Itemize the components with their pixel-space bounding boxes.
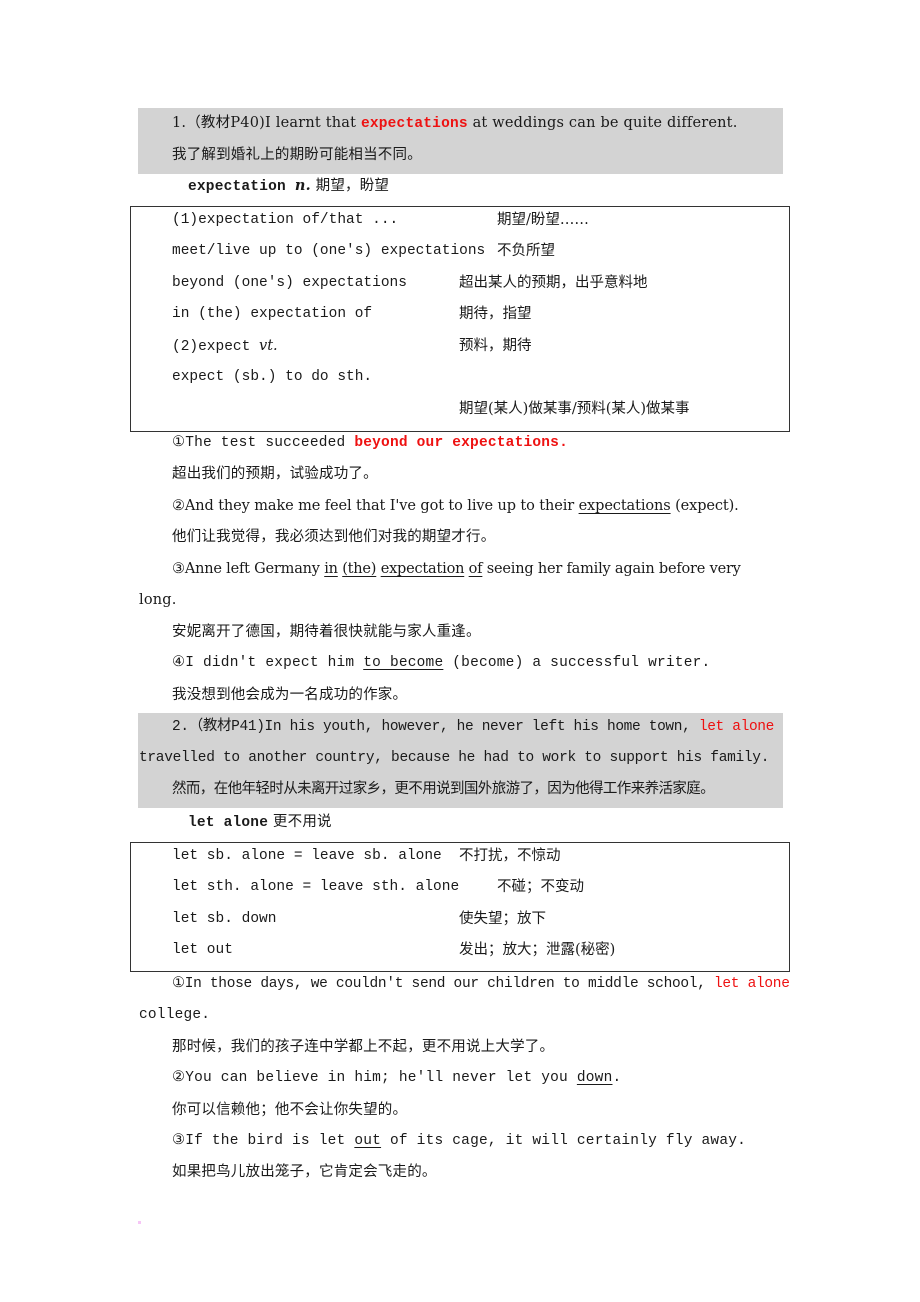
example-text: You can believe in him; he'll never let … (185, 1070, 577, 1086)
section2-heading-line2: travelled to another country, because he… (139, 750, 770, 766)
meaning: 期待，指望 (459, 306, 532, 322)
example-answer: expectation (380, 561, 465, 577)
example-answer: down (576, 1070, 613, 1086)
meaning: 期望/盼望…… (497, 212, 589, 228)
phrase: in (the) expectation of (172, 306, 373, 322)
example-text: I didn't expect him (185, 655, 364, 671)
example-text: (expect). (670, 498, 739, 514)
meaning: 不负所望 (497, 243, 555, 259)
example-answer: of (468, 561, 483, 577)
phrase: beyond (one's) expectations (172, 275, 407, 291)
example-4-translation: 我没想到他会成为一名成功的作家。 (172, 687, 408, 703)
section1-entry: expectation n. 期望，盼望 (188, 176, 389, 197)
example-text: In those days, we couldn't send our chil… (184, 976, 714, 992)
example-1-translation: 超出我们的预期，试验成功了。 (172, 466, 378, 482)
entry-pos: n. (294, 177, 311, 194)
example-text: (become) a successful writer. (443, 655, 711, 671)
phrase-text: (2)expect (172, 339, 260, 355)
example-2-translation: 他们让我觉得，我必须达到他们对我的期望才行。 (172, 529, 496, 545)
meaning: 不打扰，不惊动 (459, 848, 561, 864)
phrase: let sb. alone = leave sb. alone (172, 848, 442, 864)
example-3-continuation: long. (139, 592, 177, 608)
example-5-continuation: college. (139, 1007, 211, 1023)
example-answer: to become (363, 655, 444, 671)
meaning: 不碰；不变动 (497, 879, 584, 895)
phrase: let sth. alone = leave sth. alone (172, 879, 460, 895)
section1-phrase-table: (1)expectation of/that ... 期望/盼望…… meet/… (130, 206, 790, 432)
section2-phrase-table: let sb. alone = leave sb. alone 不打扰，不惊动 … (130, 842, 790, 972)
entry-word: let alone (188, 815, 269, 831)
section2-heading: 2.（教材P41)In his youth, however, he never… (172, 717, 774, 737)
example-text: The test succeeded (185, 435, 355, 451)
example-number: ② (172, 1070, 186, 1086)
phrase: let out (172, 942, 233, 958)
heading-key-term: let alone (698, 719, 775, 735)
example-number: ① (172, 435, 186, 451)
example-2: ②And they make me feel that I've got to … (172, 496, 739, 516)
heading-text: 2.（教材P41)In his youth, however, he never… (172, 719, 699, 735)
phrase: (1)expectation of/that ... (172, 212, 399, 228)
section2-heading-translation: 然而，在他年轻时从未离开过家乡，更不用说到国外旅游了，因为他得工作来养活家庭。 (172, 781, 715, 797)
meaning: 预料，期待 (459, 338, 532, 354)
meaning: 期望(某人)做某事/预料(某人)做某事 (459, 401, 690, 417)
example-answer: in (324, 561, 338, 577)
phrase: meet/live up to (one's) expectations (172, 243, 486, 259)
heading-text: at weddings can be quite different. (467, 115, 738, 131)
example-5-translation: 那时候，我们的孩子连中学都上不起，更不用说上大学了。 (172, 1039, 555, 1055)
phrase-pos: vt. (259, 338, 278, 354)
heading-text: 1.（教材P40)I learnt that (172, 115, 361, 131)
example-text: . (612, 1070, 622, 1086)
example-7-translation: 如果把鸟儿放出笼子，它肯定会飞走的。 (172, 1164, 437, 1180)
example-answer: out (354, 1133, 382, 1149)
example-7: ③If the bird is let out of its cage, it … (172, 1131, 746, 1151)
section1-heading-translation: 我了解到婚礼上的期盼可能相当不同。 (172, 147, 422, 163)
example-key: beyond our expectations. (354, 435, 568, 451)
section1-heading: 1.（教材P40)I learnt that expectations at w… (172, 113, 738, 134)
example-number: ③ (172, 1133, 186, 1149)
example-3: ③Anne left Germany in (the) expectation … (172, 559, 741, 579)
example-6-translation: 你可以信赖他；他不会让你失望的。 (172, 1102, 408, 1118)
example-text: seeing her family again before very (482, 561, 741, 577)
example-text: And they make me feel that I've got to l… (184, 498, 579, 514)
example-number: ④ (172, 655, 186, 671)
example-answer: (the) (342, 561, 377, 577)
heading-key-term: expectations (360, 116, 468, 132)
meaning: 发出；放大；泄露(秘密) (459, 942, 616, 958)
example-text: Anne left Germany (184, 561, 325, 577)
example-number: ① (172, 976, 185, 992)
phrase: (2)expect vt. (172, 336, 278, 357)
entry-meaning: 期望，盼望 (310, 178, 390, 194)
example-answer: expectations (578, 498, 671, 514)
example-text: of its cage, it will certainly fly away. (381, 1133, 747, 1149)
entry-word: expectation (188, 179, 295, 195)
example-5: ①In those days, we couldn't send our chi… (172, 974, 790, 994)
example-number: ③ (172, 561, 185, 577)
meaning: 使失望；放下 (459, 911, 546, 927)
example-6: ②You can believe in him; he'll never let… (172, 1068, 621, 1088)
section2-entry: let alone 更不用说 (188, 812, 332, 833)
scan-artifact (138, 1221, 141, 1224)
phrase: expect (sb.) to do sth. (172, 369, 373, 385)
example-1: ①The test succeeded beyond our expectati… (172, 433, 568, 453)
example-3-translation: 安妮离开了德国，期待着很快就能与家人重逢。 (172, 624, 481, 640)
example-4: ④I didn't expect him to become (become) … (172, 653, 710, 673)
phrase: let sb. down (172, 911, 277, 927)
example-text: If the bird is let (185, 1133, 355, 1149)
example-key: let alone (714, 976, 790, 992)
meaning: 超出某人的预期，出乎意料地 (459, 275, 648, 291)
entry-meaning: 更不用说 (268, 814, 332, 830)
example-number: ② (172, 498, 185, 514)
